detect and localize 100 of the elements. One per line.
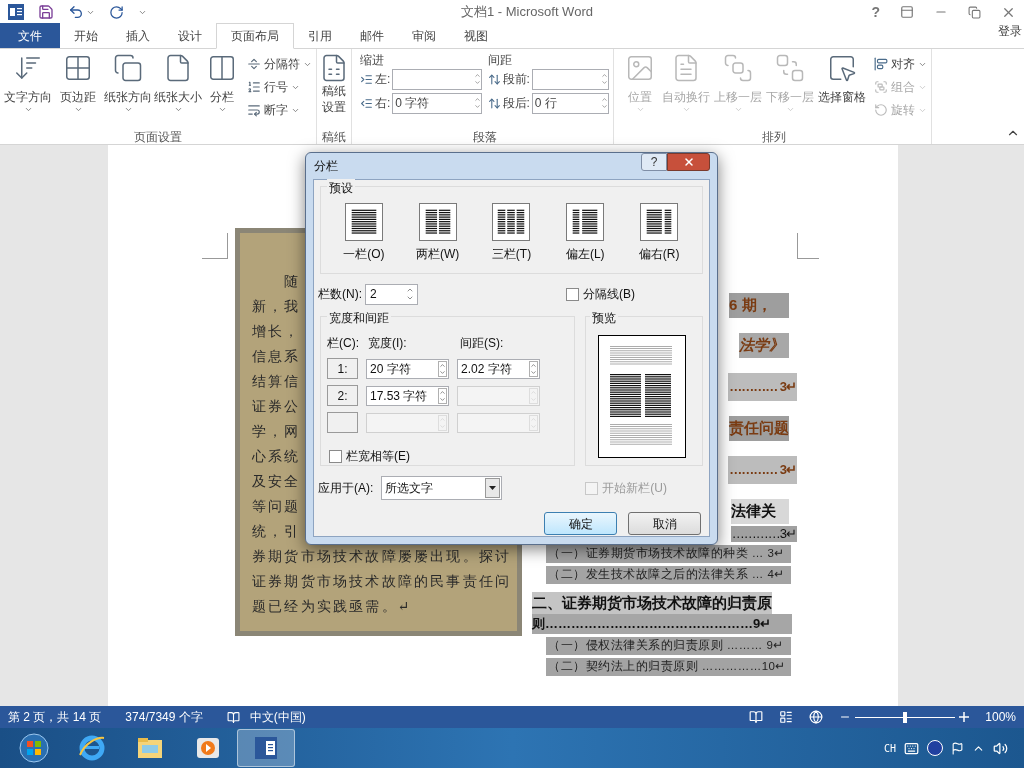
redo-icon[interactable] bbox=[109, 4, 124, 20]
toc-fragment: 责任问题 bbox=[729, 416, 789, 441]
separator-icon bbox=[247, 57, 261, 71]
ribbon-button[interactable]: 文字方向 bbox=[3, 49, 53, 128]
spin-field[interactable]: 2.02 字符 bbox=[457, 358, 540, 379]
ribbon-button[interactable]: 选择窗格 bbox=[816, 49, 868, 128]
body-text-line: 增长， bbox=[252, 322, 301, 341]
body-text-line: 券期货市场技术故障屡屡出现。探讨 bbox=[252, 547, 512, 566]
read-mode-icon[interactable] bbox=[749, 710, 764, 724]
body-text-line: 及安全 bbox=[252, 472, 301, 491]
spin-field[interactable]: 0 字符 bbox=[392, 92, 482, 114]
help-button[interactable]: ? bbox=[871, 1, 880, 23]
ribbon-button[interactable]: 行号 bbox=[247, 77, 312, 97]
ime-indicator[interactable]: CH bbox=[883, 740, 896, 756]
ribbon-display-icon[interactable] bbox=[900, 5, 914, 19]
spin-arrows-icon[interactable] bbox=[438, 360, 447, 377]
toc-heading: 则…………………………………………9↵ bbox=[532, 614, 792, 634]
group-label: 宽度和间距 bbox=[327, 309, 391, 327]
ribbon-button[interactable]: 页边距 bbox=[53, 49, 103, 128]
ribbon-tab[interactable]: 视图 bbox=[450, 23, 502, 48]
ribbon-tab[interactable]: 页面布局 bbox=[216, 23, 294, 49]
keyboard-icon[interactable] bbox=[904, 740, 919, 756]
outdent-icon bbox=[360, 96, 373, 110]
ribbon-button[interactable]: 分隔符 bbox=[247, 54, 312, 74]
column-number: 2: bbox=[327, 385, 358, 406]
group-label: 段落 bbox=[471, 129, 498, 144]
ribbon-tab[interactable]: 审阅 bbox=[398, 23, 450, 48]
caret-icon bbox=[73, 105, 83, 114]
body-text-line: 信息系 bbox=[252, 347, 301, 366]
rotate-icon bbox=[874, 103, 888, 117]
preset-option[interactable]: 两栏(W) bbox=[407, 203, 468, 263]
ribbon-button[interactable]: 对齐 bbox=[874, 54, 927, 74]
taskbar-app[interactable] bbox=[237, 729, 295, 767]
apply-dropdown[interactable]: 所选文字 bbox=[381, 476, 503, 500]
window-title: 文档1 - Microsoft Word bbox=[461, 3, 593, 22]
word-count[interactable]: 374/7349 个字 bbox=[125, 708, 203, 726]
ribbon-button[interactable]: 分栏 bbox=[203, 49, 241, 128]
save-icon[interactable] bbox=[38, 4, 54, 20]
spin-arrows-icon[interactable] bbox=[438, 387, 447, 404]
close-icon bbox=[682, 156, 695, 168]
web-layout-icon[interactable] bbox=[809, 710, 824, 724]
spin-field[interactable] bbox=[392, 68, 482, 90]
pointer-square-icon bbox=[827, 53, 857, 83]
help-button[interactable]: ? bbox=[641, 153, 667, 171]
spin-field[interactable]: 0 行 bbox=[531, 92, 609, 114]
restore-icon[interactable] bbox=[968, 5, 981, 19]
ribbon-button[interactable]: 纸张方向 bbox=[103, 49, 153, 128]
ribbon-tab[interactable]: 邮件 bbox=[346, 23, 398, 48]
ribbon-button[interactable]: 断字 bbox=[247, 100, 312, 120]
speaker-icon[interactable] bbox=[993, 740, 1008, 756]
spin-arrows-icon[interactable] bbox=[529, 360, 538, 377]
body-text-line: 随 bbox=[284, 272, 301, 291]
column-header: 间距(S): bbox=[460, 335, 504, 352]
toc-entry: （一）侵权法律关系的归责原则 ……… 9↵ bbox=[546, 637, 791, 655]
section-label: 间距 bbox=[487, 52, 513, 67]
ribbon-tab[interactable]: 插入 bbox=[112, 23, 164, 48]
caret-icon bbox=[23, 105, 33, 114]
zoom-thumb[interactable] bbox=[903, 711, 908, 723]
align-icon bbox=[874, 57, 888, 71]
ok-button[interactable]: 确定 bbox=[544, 512, 617, 535]
file-tab[interactable]: 文件 bbox=[0, 23, 60, 48]
toc-heading: 二、证券期货市场技术故障的归责原 bbox=[532, 592, 772, 614]
field-label: 段后: bbox=[502, 95, 530, 112]
toc-entry: （二）契约法上的归责原则 ……………10↵ bbox=[546, 658, 791, 676]
preset-option[interactable]: 一栏(O) bbox=[333, 203, 394, 263]
language-status[interactable]: 中文(中国) bbox=[249, 708, 306, 726]
body-text-line: 统，引 bbox=[252, 522, 301, 541]
spacing-icon bbox=[487, 96, 501, 110]
spin-field[interactable] bbox=[531, 68, 609, 90]
undo-icon[interactable] bbox=[68, 4, 84, 20]
column-number bbox=[327, 412, 358, 433]
count-label: 栏数(N): bbox=[318, 286, 362, 303]
preset-option[interactable]: 偏左(L) bbox=[555, 203, 616, 263]
group-label: 预览 bbox=[590, 309, 619, 327]
ribbon-tab[interactable]: 开始 bbox=[60, 23, 112, 48]
toc-entry: （二）发生技术故障之后的法律关系 … 4↵ bbox=[546, 566, 791, 584]
ribbon-button[interactable]: 稿纸设置 bbox=[321, 49, 347, 115]
ribbon-tab[interactable]: 引用 bbox=[294, 23, 346, 48]
close-button[interactable] bbox=[667, 153, 710, 171]
count-field[interactable]: 2 bbox=[365, 283, 418, 305]
zoom-in-icon[interactable] bbox=[959, 712, 970, 722]
equal-width-checkbox[interactable] bbox=[329, 449, 342, 463]
spin-field[interactable]: 17.53 字符 bbox=[366, 385, 449, 406]
separator-checkbox[interactable] bbox=[566, 287, 579, 301]
layers-icon bbox=[723, 53, 753, 83]
ribbon-tab[interactable]: 设计 bbox=[164, 23, 216, 48]
proofing-icon[interactable] bbox=[226, 710, 240, 724]
spin-field[interactable]: 20 字符 bbox=[366, 358, 449, 379]
preset-option[interactable]: 偏右(R) bbox=[629, 203, 690, 263]
cancel-button[interactable]: 取消 bbox=[628, 512, 701, 535]
ribbon-button[interactable]: 纸张大小 bbox=[153, 49, 203, 128]
print-layout-icon[interactable] bbox=[779, 710, 794, 724]
zoom-level[interactable]: 100% bbox=[985, 708, 1016, 726]
column-layout-icon bbox=[566, 203, 605, 241]
zoom-slider[interactable] bbox=[855, 711, 956, 723]
preset-option[interactable]: 三栏(T) bbox=[481, 203, 542, 263]
flag-icon[interactable] bbox=[951, 741, 964, 755]
sign-in-link[interactable]: 登录 bbox=[998, 22, 1022, 40]
page-count[interactable]: 第 2 页，共 14 页 bbox=[8, 708, 102, 726]
app-logo-icon[interactable] bbox=[8, 4, 24, 20]
